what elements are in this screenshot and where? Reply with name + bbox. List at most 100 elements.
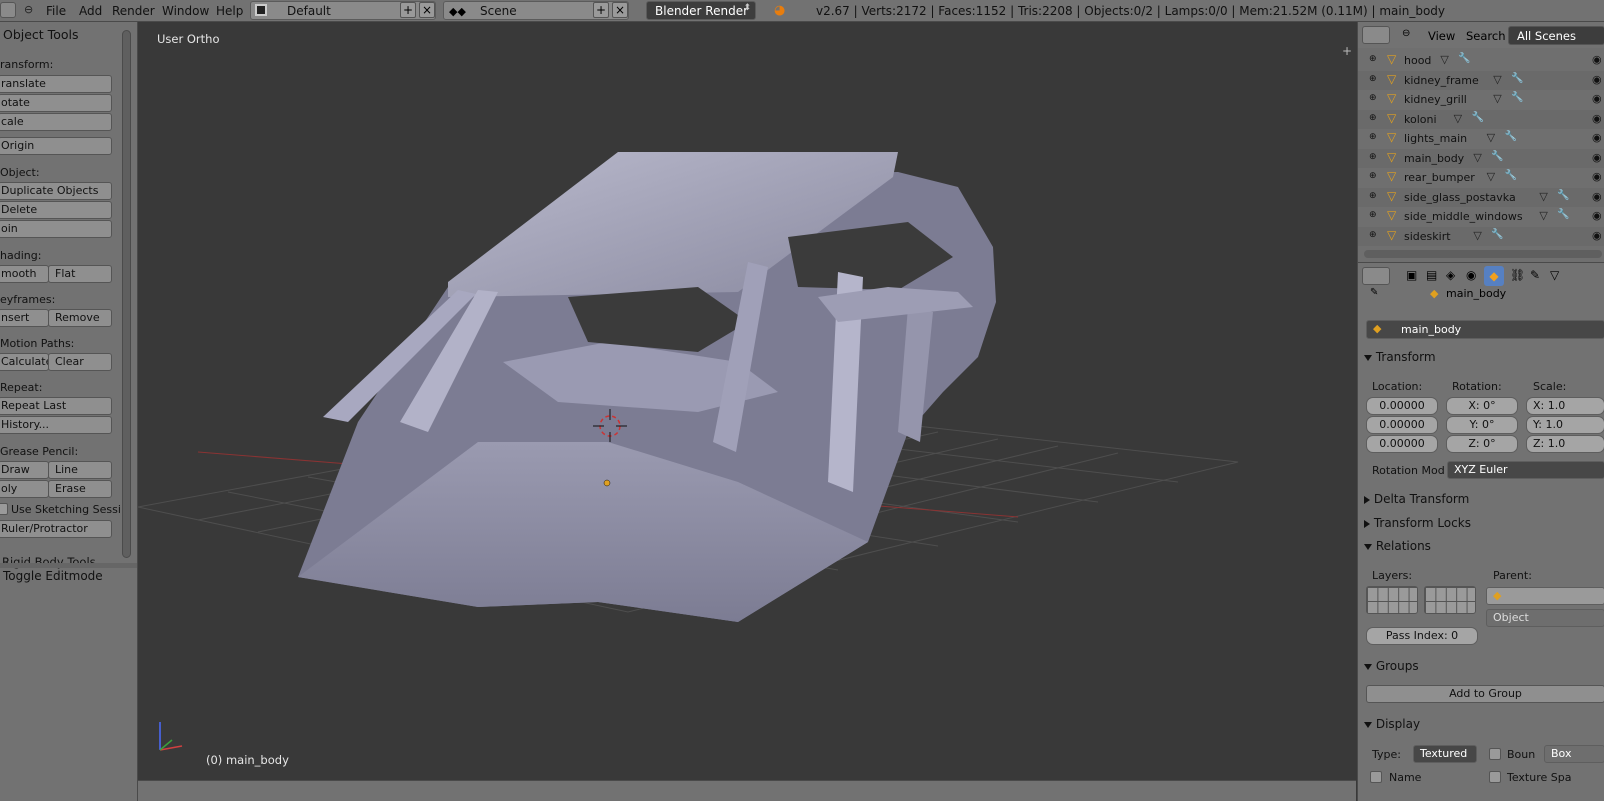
world-tab-icon[interactable]: ◉: [1466, 268, 1476, 282]
outliner-item[interactable]: ⊕ ▽ main_body ◉ ▽ 🔧: [1358, 148, 1604, 168]
outliner-item-name[interactable]: kidney_grill: [1404, 93, 1467, 106]
outliner-item-name[interactable]: koloni: [1404, 113, 1437, 126]
scale-y-field[interactable]: Y: 1.0: [1526, 416, 1604, 434]
erase-button[interactable]: Erase: [48, 480, 112, 498]
add-to-group-button[interactable]: Add to Group: [1366, 685, 1604, 703]
history-button[interactable]: History...: [0, 416, 112, 434]
render-layers-tab-icon[interactable]: ▤: [1426, 268, 1437, 282]
outliner-item[interactable]: ⊕ ▽ rear_bumper ◉ ▽ 🔧: [1358, 168, 1604, 187]
scale-button[interactable]: cale: [0, 113, 112, 131]
rotation-x-field[interactable]: X: 0°: [1446, 397, 1518, 415]
outliner-item[interactable]: ⊕ ▽ hood ◉ ▽ 🔧: [1358, 51, 1604, 70]
layer-grid-left[interactable]: [1366, 586, 1418, 614]
outliner-scrollbar[interactable]: [1364, 250, 1602, 258]
screen-layout-name[interactable]: Default: [287, 4, 331, 18]
toggle-editmode-header[interactable]: Toggle Editmode: [3, 569, 103, 583]
modifier-wrench-icon[interactable]: 🔧: [1458, 53, 1470, 64]
render-engine-select[interactable]: Blender Render ⬍: [646, 1, 756, 20]
outliner-item-name[interactable]: side_middle_windows: [1404, 210, 1523, 223]
rotation-y-field[interactable]: Y: 0°: [1446, 416, 1518, 434]
scene-name[interactable]: Scene: [480, 4, 517, 18]
texture-space-checkbox[interactable]: [1489, 771, 1501, 783]
editor-type-button[interactable]: [0, 2, 16, 18]
object-name-field[interactable]: ◆ main_body: [1366, 320, 1604, 339]
bounds-checkbox[interactable]: [1489, 748, 1501, 760]
outliner-item-name[interactable]: side_glass_postavka: [1404, 191, 1516, 204]
restrict-view-icon[interactable]: ◉: [1592, 170, 1602, 183]
line-button[interactable]: Line: [48, 461, 112, 479]
restrict-view-icon[interactable]: ◉: [1592, 92, 1602, 105]
add-scene-button[interactable]: +: [593, 2, 609, 18]
outliner-filter-select[interactable]: All Scenes: [1508, 26, 1604, 45]
collapse-menu-icon[interactable]: ⊖: [24, 3, 33, 16]
modifier-wrench-icon[interactable]: 🔧: [1472, 112, 1484, 123]
mesh-data-icon[interactable]: ▽: [1493, 73, 1501, 86]
pass-index-field[interactable]: Pass Index: 0: [1366, 627, 1478, 645]
use-sketching-checkbox[interactable]: [0, 503, 8, 515]
modifier-wrench-icon[interactable]: 🔧: [1511, 92, 1523, 103]
modifier-wrench-icon[interactable]: 🔧: [1491, 151, 1503, 162]
modifier-wrench-icon[interactable]: 🔧: [1557, 190, 1569, 201]
outliner-item[interactable]: ⊕ ▽ side_glass_postavka ◉ ▽ 🔧: [1358, 187, 1604, 207]
outliner-editor-type[interactable]: [1362, 26, 1390, 44]
parent-field[interactable]: ◆: [1486, 587, 1604, 605]
outliner-item-name[interactable]: rear_bumper: [1404, 171, 1475, 184]
location-y-field[interactable]: 0.00000: [1366, 416, 1438, 434]
poly-button[interactable]: oly: [0, 480, 49, 498]
expand-icon[interactable]: ⊕: [1369, 113, 1377, 123]
scene-tab-icon[interactable]: ◈: [1446, 268, 1455, 282]
render-tab-icon[interactable]: ▣: [1406, 268, 1417, 282]
modifier-wrench-icon[interactable]: 🔧: [1505, 131, 1517, 142]
delete-button[interactable]: Delete: [0, 201, 112, 219]
render-engine-name[interactable]: Blender Render: [655, 4, 748, 18]
toolshelf-scrollbar[interactable]: [122, 30, 131, 558]
outliner-item-name[interactable]: lights_main: [1404, 132, 1467, 145]
parent-type-select[interactable]: Object: [1486, 609, 1604, 627]
scale-z-field[interactable]: Z: 1.0: [1526, 435, 1604, 453]
mesh-data-icon[interactable]: ▽: [1493, 92, 1501, 105]
outliner-item-name[interactable]: main_body: [1404, 152, 1464, 165]
constraints-tab-icon[interactable]: ⛓: [1510, 268, 1525, 282]
restrict-view-icon[interactable]: ◉: [1592, 151, 1602, 164]
expand-icon[interactable]: ⊕: [1369, 152, 1377, 162]
menu-add[interactable]: Add: [79, 3, 102, 19]
bounds-type-select[interactable]: Box: [1544, 745, 1604, 763]
expand-icon[interactable]: ⊕: [1369, 54, 1377, 64]
calculate-button[interactable]: Calculate: [0, 353, 49, 371]
mesh-data-icon[interactable]: ▽: [1487, 131, 1495, 144]
mesh-data-icon[interactable]: ▽: [1539, 209, 1547, 222]
expand-icon[interactable]: ⊕: [1369, 132, 1377, 142]
3d-viewport[interactable]: User Ortho (0) main_body +: [138, 22, 1356, 801]
groups-panel-header[interactable]: Groups: [1364, 659, 1419, 673]
repeat-last-button[interactable]: Repeat Last: [0, 397, 112, 415]
duplicate-objects-button[interactable]: Duplicate Objects: [0, 182, 112, 200]
transform-locks-header[interactable]: Transform Locks: [1364, 516, 1471, 530]
restrict-view-icon[interactable]: ◉: [1592, 131, 1602, 144]
shade-flat-button[interactable]: Flat: [48, 265, 112, 283]
menu-help[interactable]: Help: [216, 3, 243, 19]
expand-icon[interactable]: ⊕: [1369, 230, 1377, 240]
properties-editor-type[interactable]: [1362, 267, 1390, 285]
transform-panel-header[interactable]: Transform: [1364, 350, 1436, 364]
restrict-view-icon[interactable]: ◉: [1592, 209, 1602, 222]
expand-icon[interactable]: ⊕: [1369, 171, 1377, 181]
expand-icon[interactable]: ⊕: [1369, 93, 1377, 103]
display-panel-header[interactable]: Display: [1364, 717, 1420, 731]
region-plus-icon[interactable]: +: [1342, 44, 1352, 58]
object-tab-icon[interactable]: ◆: [1484, 266, 1504, 286]
mesh-data-icon[interactable]: ▽: [1454, 112, 1462, 125]
translate-button[interactable]: ranslate: [0, 75, 112, 93]
draw-button[interactable]: Draw: [0, 461, 49, 479]
layer-grid-right[interactable]: [1424, 586, 1476, 614]
collapse-menu-icon[interactable]: ⊖: [1402, 28, 1410, 39]
outliner-item[interactable]: ⊕ ▽ lights_main ◉ ▽ 🔧: [1358, 129, 1604, 148]
rotation-mode-select[interactable]: XYZ Euler: [1447, 461, 1604, 479]
restrict-view-icon[interactable]: ◉: [1592, 53, 1602, 66]
outliner-filter-value[interactable]: All Scenes: [1517, 29, 1576, 43]
expand-icon[interactable]: ⊕: [1369, 191, 1377, 201]
outliner-item-name[interactable]: hood: [1404, 54, 1431, 67]
mesh-data-icon[interactable]: ▽: [1440, 53, 1448, 66]
shade-smooth-button[interactable]: mooth: [0, 265, 49, 283]
delta-transform-header[interactable]: Delta Transform: [1364, 492, 1469, 506]
remove-keyframe-button[interactable]: Remove: [48, 309, 112, 327]
